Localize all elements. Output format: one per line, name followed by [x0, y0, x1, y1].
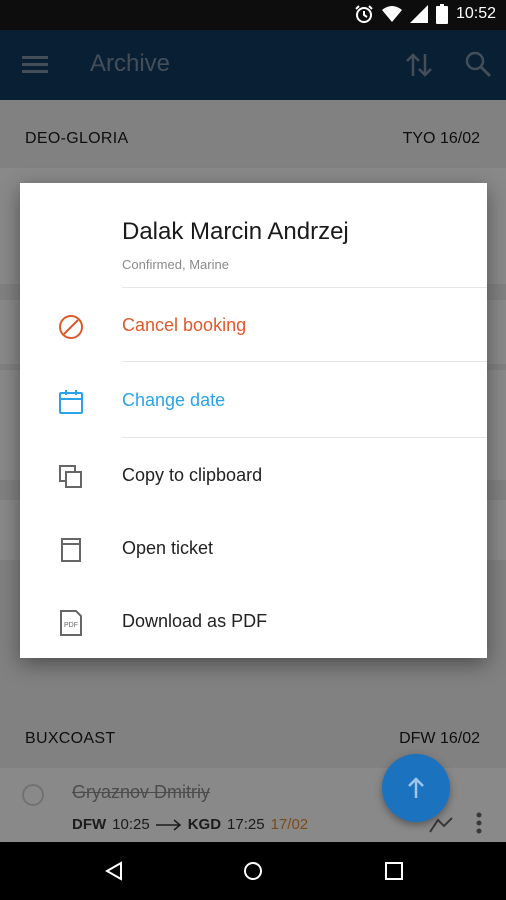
- wifi-icon: [381, 6, 402, 22]
- divider: [122, 361, 487, 362]
- booking-status: Confirmed, Marine: [122, 257, 229, 272]
- copy-clipboard-action[interactable]: Copy to clipboard: [20, 441, 487, 513]
- divider: [122, 287, 487, 288]
- action-label: Download as PDF: [122, 611, 268, 631]
- change-date-action[interactable]: Change date: [20, 366, 487, 438]
- action-label: Open ticket: [122, 538, 214, 558]
- booking-actions-dialog: Dalak Marcin Andrzej Confirmed, Marine C…: [20, 183, 487, 658]
- ticket-icon: [61, 538, 81, 562]
- cell-signal-icon: [409, 5, 428, 23]
- scroll-top-button[interactable]: [382, 754, 450, 822]
- home-icon[interactable]: [242, 860, 264, 882]
- copy-icon: [59, 465, 82, 488]
- action-label: Change date: [122, 390, 226, 410]
- download-pdf-action[interactable]: PDF Download as PDF: [20, 587, 487, 659]
- open-ticket-action[interactable]: Open ticket: [20, 514, 487, 586]
- divider: [122, 437, 487, 438]
- action-label: Cancel booking: [122, 315, 247, 335]
- clock: 10:52: [455, 5, 496, 22]
- alarm-icon: [355, 5, 373, 23]
- status-bar: 10:52: [0, 0, 506, 30]
- system-nav-bar: [0, 842, 506, 900]
- action-label: Copy to clipboard: [122, 465, 263, 485]
- pdf-icon: PDF: [60, 610, 82, 636]
- calendar-icon: [59, 390, 83, 414]
- battery-icon: [435, 4, 448, 24]
- back-icon[interactable]: [103, 860, 125, 882]
- pdf-icon-text: PDF: [64, 622, 78, 629]
- passenger-name: Dalak Marcin Andrzej: [122, 218, 349, 245]
- arrow-up-icon: [408, 777, 424, 798]
- cancel-icon: [59, 315, 83, 339]
- recents-icon[interactable]: [383, 860, 405, 882]
- cancel-booking-action[interactable]: Cancel booking: [20, 291, 487, 363]
